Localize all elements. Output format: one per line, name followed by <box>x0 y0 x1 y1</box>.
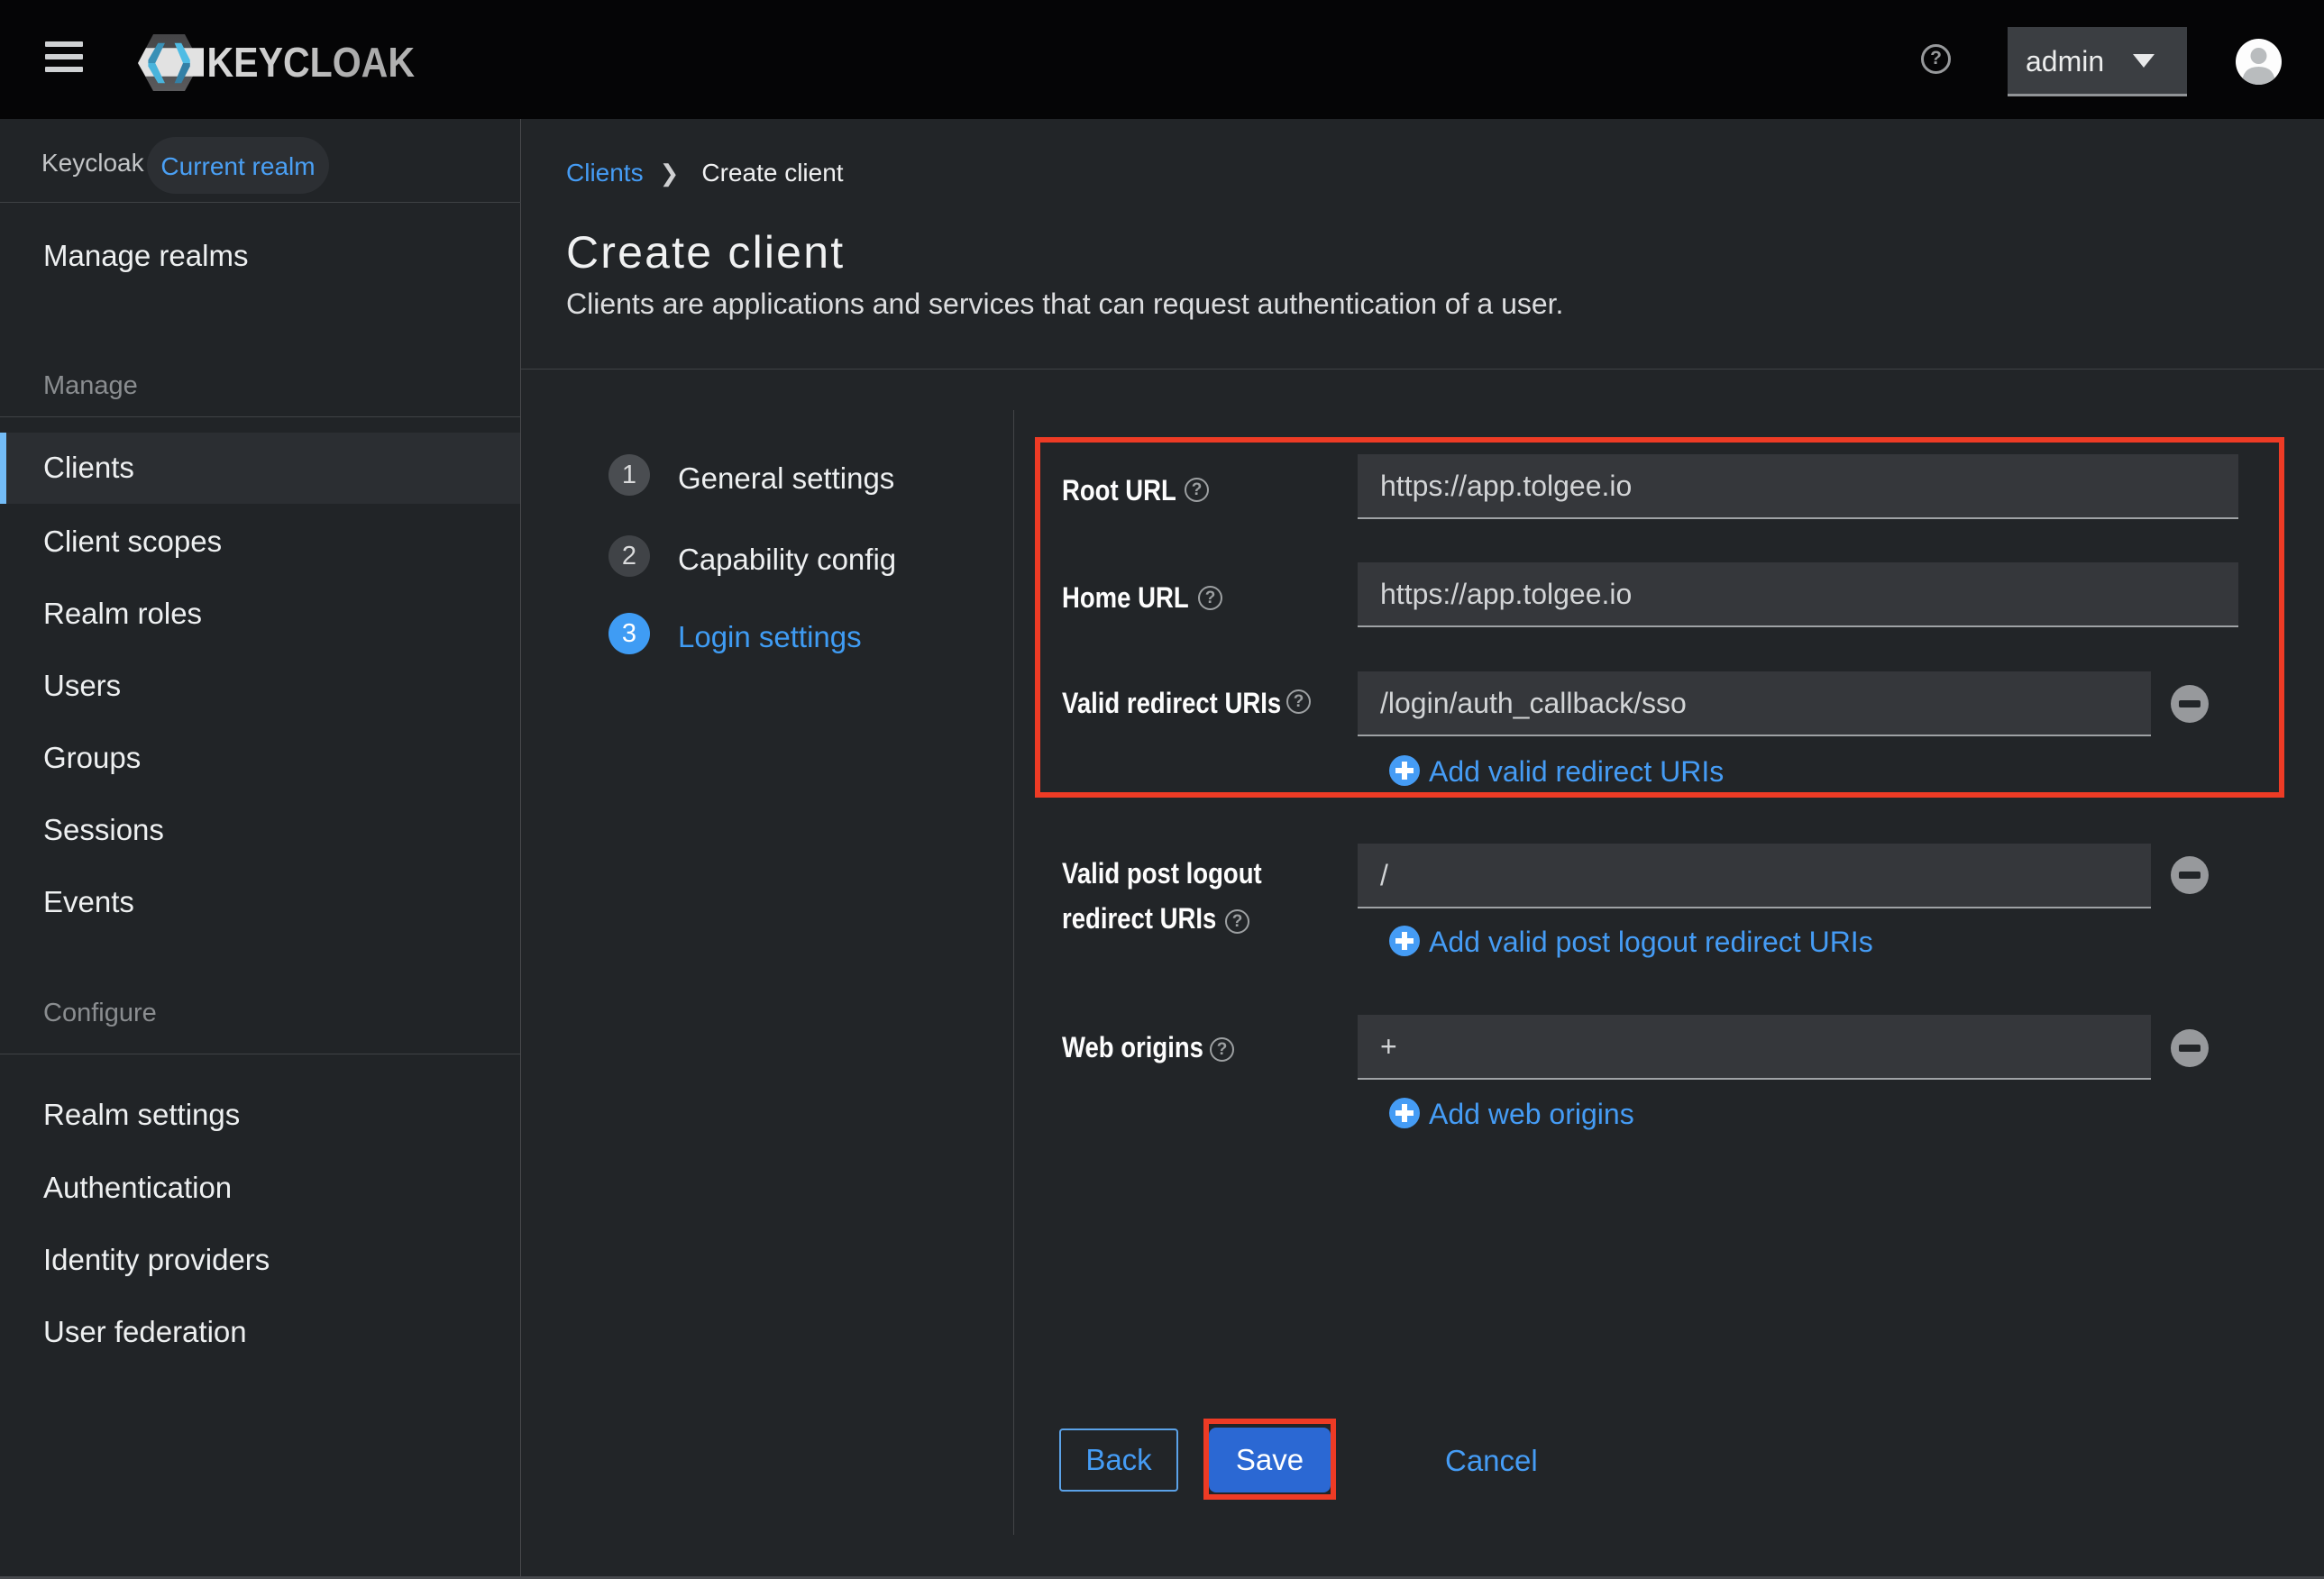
svg-text:KEYCLOAK: KEYCLOAK <box>207 39 416 86</box>
